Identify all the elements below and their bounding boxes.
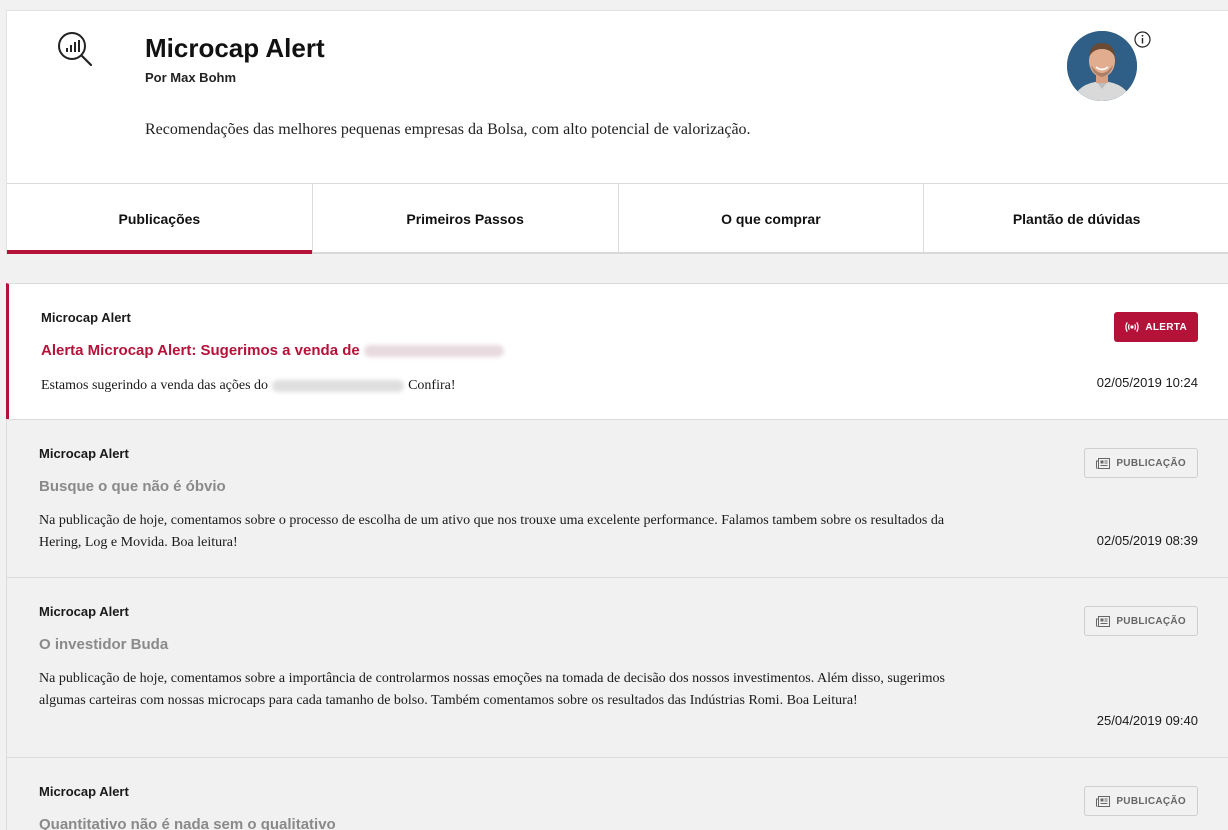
publication-badge: PUBLICAÇÃO <box>1084 606 1198 636</box>
info-icon[interactable] <box>1134 31 1151 48</box>
post-item[interactable]: Microcap Alert O investidor Buda Na publ… <box>6 577 1228 757</box>
tab-publicacoes[interactable]: Publicações <box>7 184 313 254</box>
post-title[interactable]: Quantitativo não é nada sem o qualitativ… <box>39 816 336 830</box>
publication-badge: PUBLICAÇÃO <box>1084 786 1198 816</box>
product-title: Microcap Alert <box>145 33 325 63</box>
publications-feed: Microcap Alert Alerta Microcap Alert: Su… <box>6 283 1228 830</box>
post-source: Microcap Alert <box>39 604 129 619</box>
post-title[interactable]: O investidor Buda <box>39 636 168 653</box>
post-item-alert[interactable]: Microcap Alert Alerta Microcap Alert: Su… <box>6 283 1228 419</box>
tab-primeiros-passos[interactable]: Primeiros Passos <box>313 184 619 253</box>
post-source: Microcap Alert <box>41 310 131 325</box>
tab-o-que-comprar[interactable]: O que comprar <box>619 184 925 253</box>
post-title[interactable]: Busque o que não é óbvio <box>39 478 226 495</box>
post-summary: Na publicação de hoje, comentamos sobre … <box>39 671 945 708</box>
post-date: 02/05/2019 10:24 <box>1096 375 1198 390</box>
newspaper-icon <box>1096 795 1111 807</box>
publication-badge: PUBLICAÇÃO <box>1084 448 1198 478</box>
product-author: Por Max Bohm <box>145 70 237 85</box>
newspaper-icon <box>1096 615 1111 627</box>
magnifier-chart-icon <box>58 32 93 67</box>
product-header: Microcap Alert Por Max Bohm Recomendaçõe… <box>6 10 1228 254</box>
newspaper-icon <box>1096 457 1111 469</box>
post-item[interactable]: Microcap Alert Quantitativo não é nada s… <box>6 757 1228 830</box>
post-date: 02/05/2019 08:39 <box>1096 533 1198 548</box>
post-title[interactable]: Alerta Microcap Alert: Sugerimos a venda… <box>41 342 504 359</box>
author-avatar[interactable] <box>1067 31 1137 101</box>
section-tabs: Publicações Primeiros Passos O que compr… <box>7 183 1228 254</box>
product-description: Recomendações das melhores pequenas empr… <box>145 121 751 138</box>
broadcast-icon <box>1125 322 1140 332</box>
post-source: Microcap Alert <box>39 446 129 461</box>
post-item[interactable]: Microcap Alert Busque o que não é óbvio … <box>6 419 1228 577</box>
redacted-text <box>363 345 504 358</box>
alert-badge: ALERTA <box>1114 312 1198 342</box>
post-summary: Estamos sugerindo a venda das ações do Co… <box>41 378 456 393</box>
post-date: 25/04/2019 09:40 <box>1096 713 1198 728</box>
post-summary: Na publicação de hoje, comentamos sobre … <box>39 513 945 550</box>
tab-plantao-de-duvidas[interactable]: Plantão de dúvidas <box>924 184 1228 253</box>
post-source: Microcap Alert <box>39 784 129 799</box>
redacted-text <box>272 379 405 392</box>
